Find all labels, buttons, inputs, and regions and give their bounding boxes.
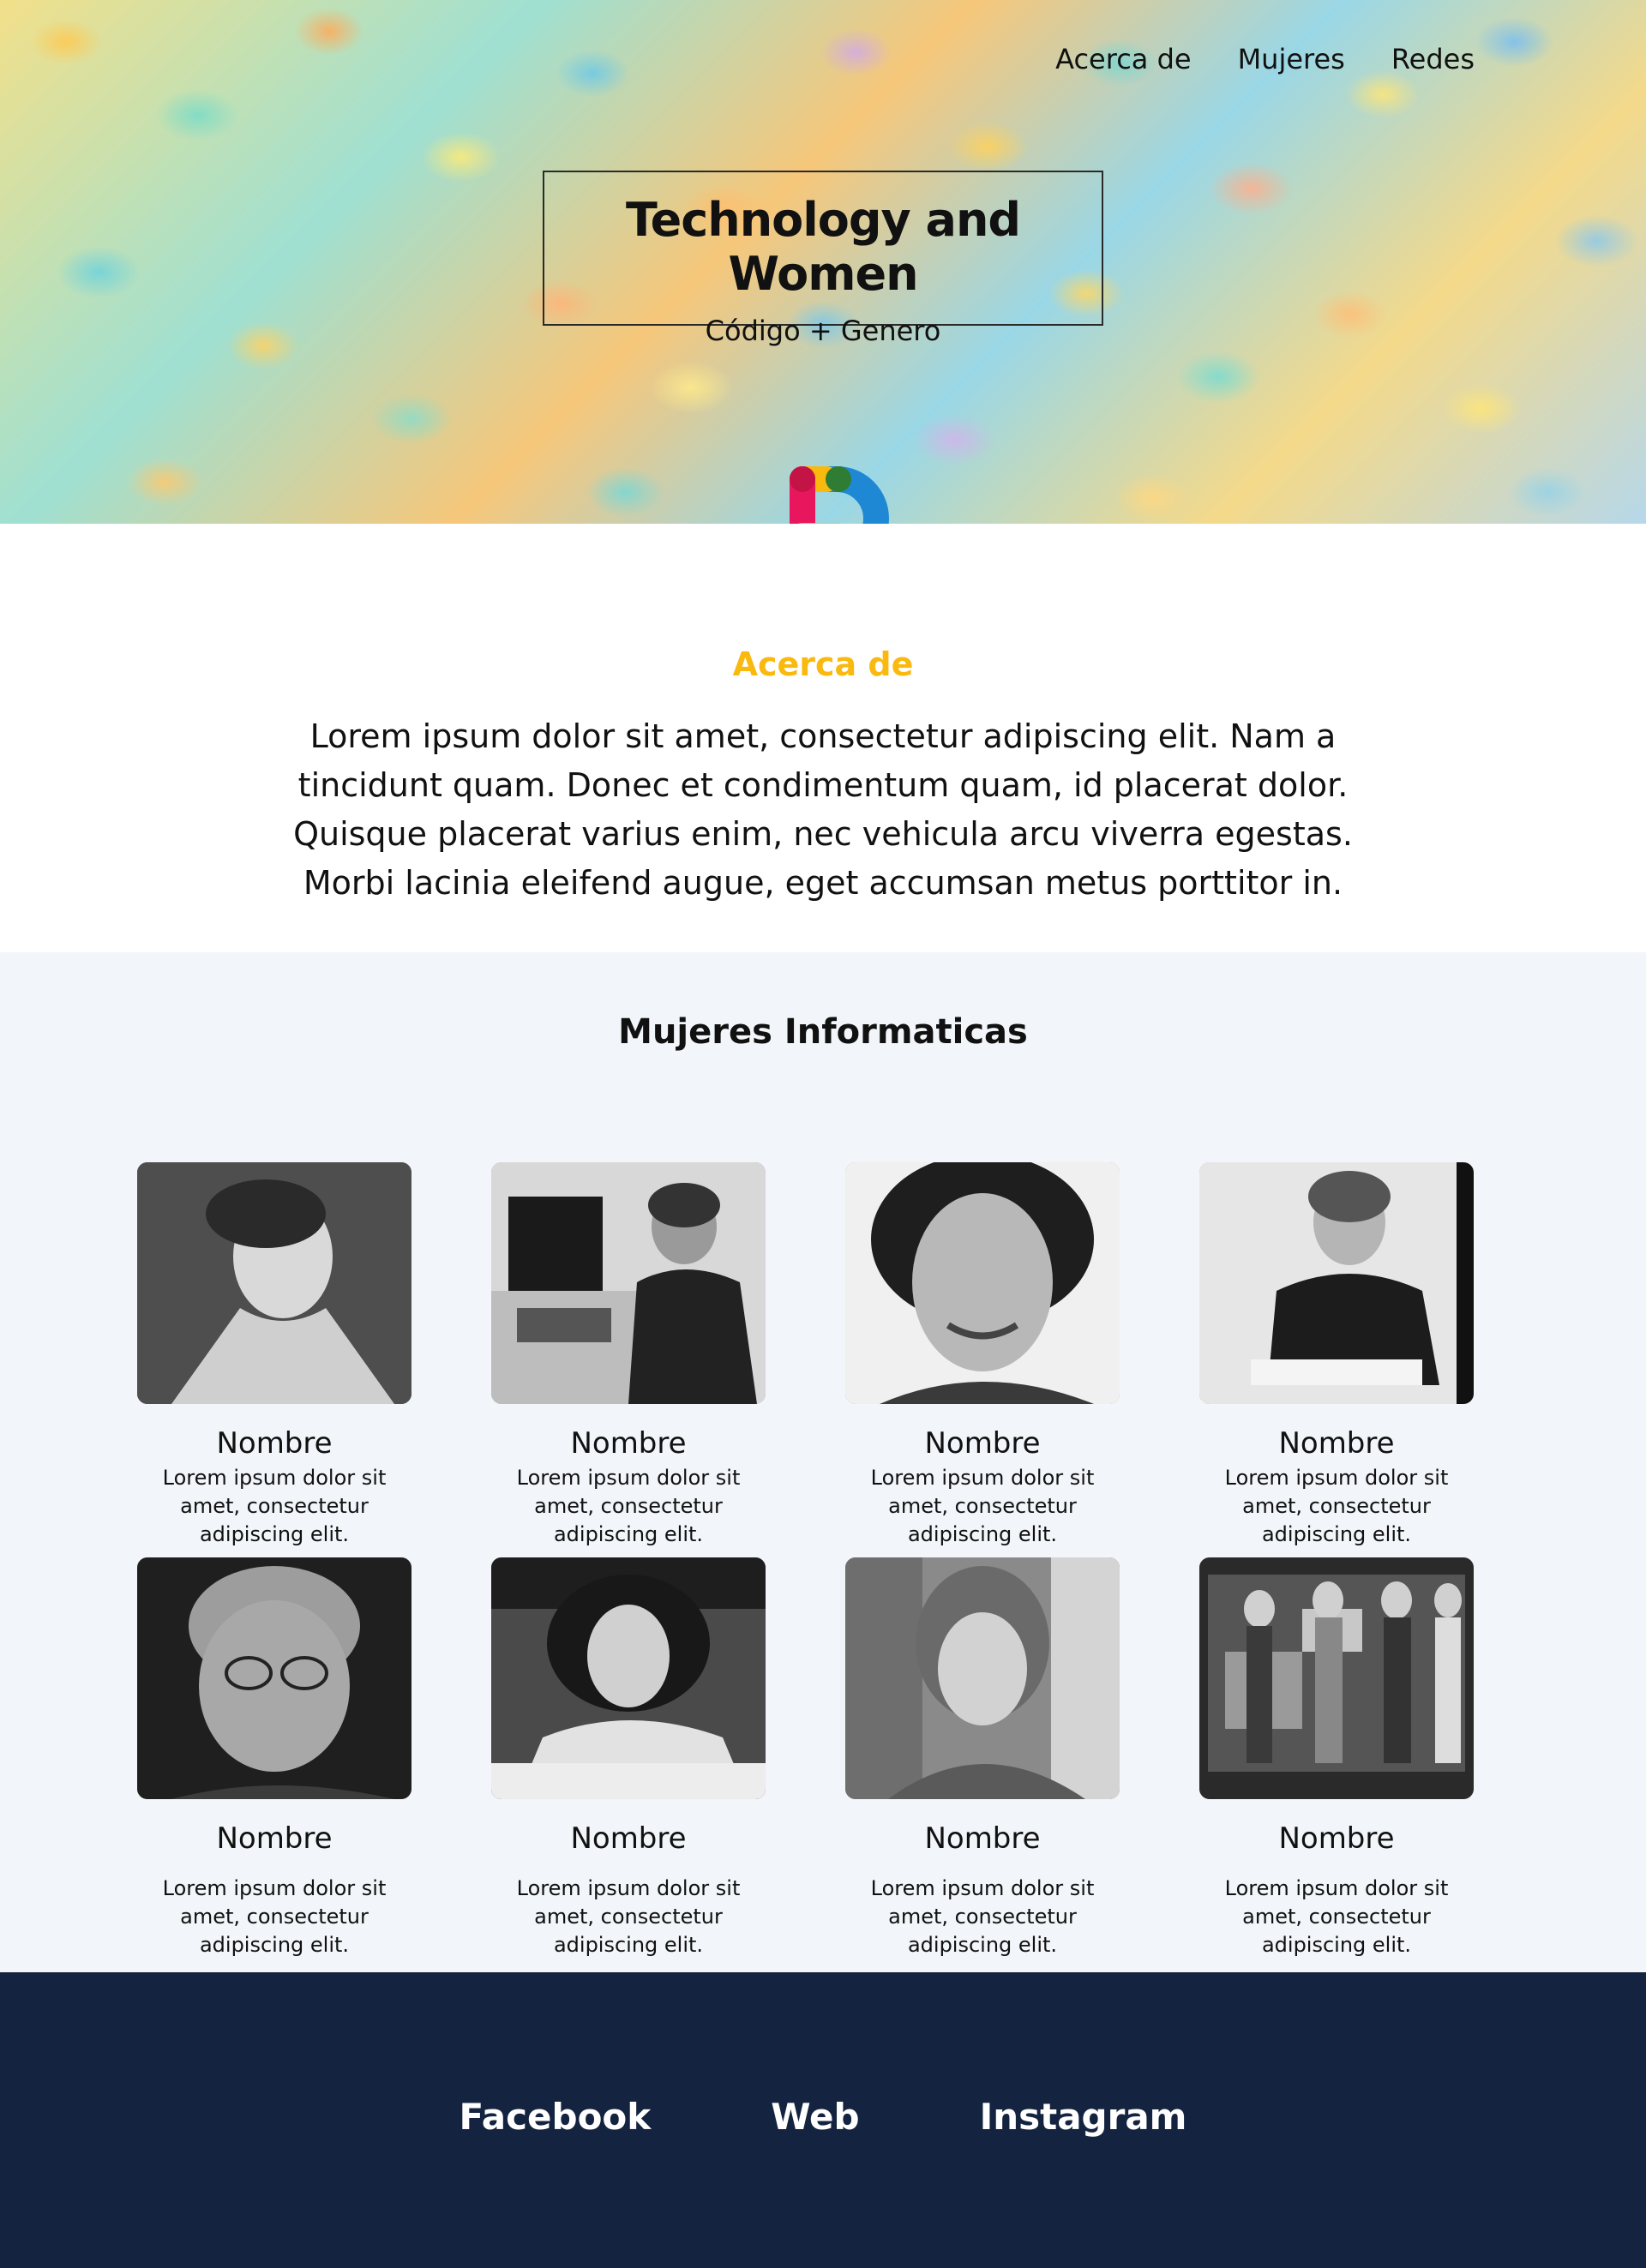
footer-link-web[interactable]: Web xyxy=(771,2096,859,2138)
portrait-photo xyxy=(1199,1162,1474,1404)
woman-card: Nombre Lorem ipsum dolor sit amet, conse… xyxy=(1195,1162,1478,1549)
top-nav: Acerca de Mujeres Redes xyxy=(1055,43,1475,75)
woman-card: Nombre Lorem ipsum dolor sit amet, conse… xyxy=(841,1557,1124,1959)
card-name: Nombre xyxy=(216,1821,333,1856)
card-description: Lorem ipsum dolor sit amet, consectetur … xyxy=(516,1466,741,1546)
card-description: Lorem ipsum dolor sit amet, consectetur … xyxy=(162,1466,387,1546)
card-name: Nombre xyxy=(1278,1821,1395,1856)
about-section: Acerca de Lorem ipsum dolor sit amet, co… xyxy=(0,524,1646,952)
portrait-photo xyxy=(137,1557,412,1799)
women-title: Mujeres Informaticas xyxy=(618,1012,1028,1052)
hero-title: Technology and Women xyxy=(625,193,1021,301)
nav-link-redes[interactable]: Redes xyxy=(1391,43,1475,75)
card-description: Lorem ipsum dolor sit amet, consectetur … xyxy=(1224,1876,1449,1957)
card-description: Lorem ipsum dolor sit amet, consectetur … xyxy=(870,1466,1095,1546)
women-section: Mujeres Informaticas Nombre Lorem ipsum … xyxy=(0,952,1646,1972)
portrait-photo xyxy=(1199,1557,1474,1799)
woman-card: Nombre Lorem ipsum dolor sit amet, conse… xyxy=(133,1557,416,1959)
woman-card: Nombre Lorem ipsum dolor sit amet, conse… xyxy=(487,1162,770,1549)
card-name: Nombre xyxy=(924,1426,1041,1461)
woman-card: Nombre Lorem ipsum dolor sit amet, conse… xyxy=(133,1162,416,1549)
portrait-photo xyxy=(845,1162,1120,1404)
card-description: Lorem ipsum dolor sit amet, consectetur … xyxy=(1224,1466,1449,1546)
portrait-photo xyxy=(137,1162,412,1404)
about-text: Lorem ipsum dolor sit amet, consectetur … xyxy=(293,717,1353,902)
about-title: Acerca de xyxy=(732,645,914,683)
footer-links: Facebook Web Instagram xyxy=(0,2096,1646,2138)
card-description: Lorem ipsum dolor sit amet, consectetur … xyxy=(870,1876,1095,1957)
card-description: Lorem ipsum dolor sit amet, consectetur … xyxy=(516,1876,741,1957)
nav-link-acerca-de[interactable]: Acerca de xyxy=(1055,43,1191,75)
card-name: Nombre xyxy=(216,1426,333,1461)
hero-banner: Acerca de Mujeres Redes Technology and W… xyxy=(0,0,1646,524)
card-name: Nombre xyxy=(1278,1426,1395,1461)
portrait-photo xyxy=(845,1557,1120,1799)
woman-card: Nombre Lorem ipsum dolor sit amet, conse… xyxy=(487,1557,770,1959)
hero-subtitle: Código + Genero xyxy=(705,315,941,347)
footer-link-instagram[interactable]: Instagram xyxy=(980,2096,1187,2138)
card-description: Lorem ipsum dolor sit amet, consectetur … xyxy=(162,1876,387,1957)
woman-card: Nombre Lorem ipsum dolor sit amet, conse… xyxy=(1195,1557,1478,1959)
footer: Facebook Web Instagram xyxy=(0,1972,1646,2268)
footer-link-facebook[interactable]: Facebook xyxy=(460,2096,652,2138)
portrait-photo xyxy=(491,1162,766,1404)
card-name: Nombre xyxy=(570,1821,687,1856)
woman-card: Nombre Lorem ipsum dolor sit amet, conse… xyxy=(841,1162,1124,1549)
card-name: Nombre xyxy=(570,1426,687,1461)
portrait-photo xyxy=(491,1557,766,1799)
card-name: Nombre xyxy=(924,1821,1041,1856)
nav-link-mujeres[interactable]: Mujeres xyxy=(1238,43,1345,75)
hero-title-box: Technology and Women Código + Genero xyxy=(543,171,1103,347)
